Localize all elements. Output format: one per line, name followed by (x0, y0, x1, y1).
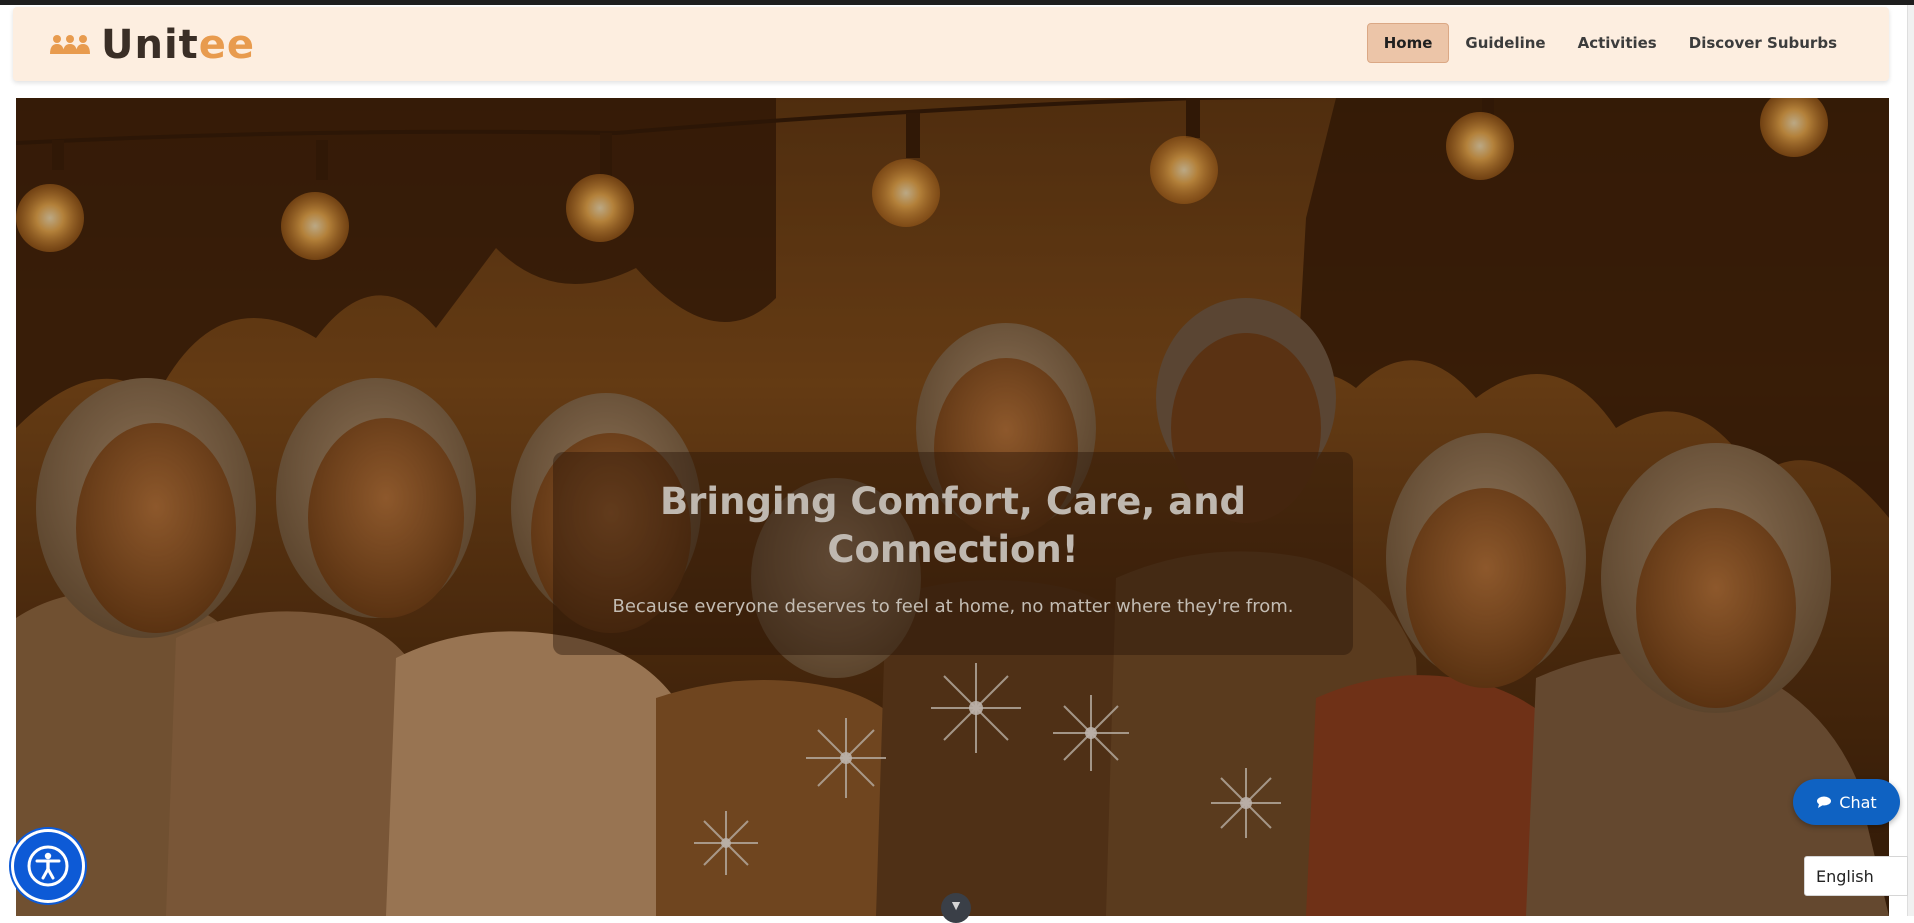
brand-name-accent: ee (198, 22, 256, 68)
accessibility-button[interactable] (14, 832, 82, 900)
hero-banner: Bringing Comfort, Care, and Connection! … (16, 98, 1889, 916)
nav-item-home[interactable]: Home (1366, 23, 1450, 63)
accessibility-person-icon (27, 845, 69, 887)
nav-item-guideline[interactable]: Guideline (1449, 24, 1561, 62)
hero-title: Bringing Comfort, Care, and Connection! (659, 480, 1247, 571)
brand-name: Unitee (101, 22, 255, 68)
chat-button[interactable]: Chat (1793, 779, 1900, 825)
top-navbar: Unitee Home Guideline Activities Discove… (13, 7, 1889, 81)
people-group-icon (50, 35, 90, 54)
brand-name-prefix: Unit (101, 22, 199, 68)
hero-subtitle: Because everyone deserves to feel at hom… (612, 596, 1294, 617)
nav-item-activities[interactable]: Activities (1562, 24, 1673, 62)
brand-logo-link[interactable]: Unitee (49, 21, 255, 69)
hero-text-card: Bringing Comfort, Care, and Connection! … (553, 452, 1353, 655)
page-scrollbar[interactable] (1907, 5, 1914, 916)
chat-button-label: Chat (1839, 792, 1877, 812)
chevron-down-icon[interactable]: ▼ (941, 893, 971, 923)
language-select[interactable]: English (1804, 856, 1908, 896)
speech-bubble-icon (1817, 796, 1832, 808)
nav-item-discover-suburbs[interactable]: Discover Suburbs (1673, 24, 1853, 62)
main-nav: Home Guideline Activities Discover Subur… (1366, 23, 1853, 63)
browser-top-strip (0, 0, 1914, 5)
